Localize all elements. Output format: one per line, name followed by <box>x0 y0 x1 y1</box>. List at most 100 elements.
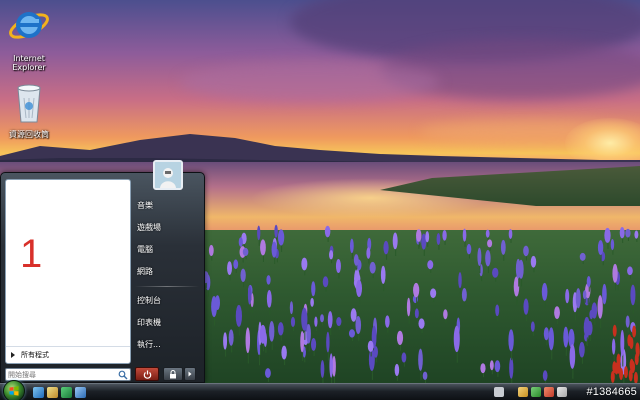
lupine-flower <box>289 301 294 315</box>
lupine-flower <box>548 327 554 351</box>
user-picture[interactable] <box>153 160 183 190</box>
menu-item-network[interactable]: 網路 <box>133 261 203 283</box>
lupine-flower <box>480 363 486 374</box>
lupine-flower <box>515 258 521 279</box>
lupine-flower <box>569 344 576 369</box>
internet-explorer-quicklaunch-icon[interactable] <box>75 387 86 398</box>
lupine-flower <box>368 348 375 371</box>
lupine-flower <box>541 282 548 301</box>
lupine-flower <box>260 239 266 256</box>
lupine-flower <box>462 228 467 242</box>
lupine-flower <box>620 329 625 357</box>
lupine-flower <box>336 317 342 327</box>
lupine-flower <box>356 279 363 297</box>
lupine-flower <box>530 321 535 332</box>
lupine-flower <box>508 329 514 352</box>
lupine-flower <box>422 371 428 380</box>
lupine-flower <box>326 331 330 353</box>
desktop-icon-internet-explorer[interactable]: Internet Explorer <box>0 2 58 72</box>
switch-windows-icon[interactable] <box>47 387 58 398</box>
lupine-flower <box>300 331 305 353</box>
lupine-flower <box>575 288 581 309</box>
start-button[interactable] <box>3 380 25 400</box>
search-icon[interactable] <box>118 370 128 380</box>
start-search-input[interactable] <box>8 369 116 380</box>
lupine-flower <box>579 252 586 261</box>
lupine-flower <box>430 288 437 299</box>
desktop-icon-recycle-bin[interactable]: 資源回收筒 <box>0 80 58 139</box>
lupine-flower <box>485 249 491 267</box>
lupine-flower <box>350 308 357 322</box>
network-tray-icon[interactable] <box>494 387 504 397</box>
lupine-flower <box>427 260 434 270</box>
lupine-flower <box>509 357 514 379</box>
power-button[interactable] <box>135 367 159 381</box>
lupine-flower <box>625 315 630 328</box>
lupine-flower <box>257 225 261 241</box>
red-flower <box>634 353 639 366</box>
red-flower <box>631 360 636 373</box>
lock-icon <box>170 369 176 378</box>
lupine-flower <box>245 327 251 354</box>
lupine-flower <box>290 316 296 327</box>
security-tray-icon[interactable] <box>531 387 541 397</box>
lupine-flower <box>495 304 500 317</box>
pinned-programs-pane: 1 所有程式 <box>5 179 131 364</box>
lupine-flower <box>266 275 271 285</box>
lupine-flower <box>314 316 318 327</box>
lupine-flower <box>436 233 441 246</box>
lupine-flower <box>485 229 490 238</box>
lupine-flower <box>335 259 341 273</box>
lupine-flower <box>385 315 390 328</box>
lupine-flower <box>392 232 398 250</box>
update-tray-icon[interactable] <box>544 387 554 397</box>
lupine-flower <box>543 327 549 341</box>
lupine-flower <box>266 289 272 308</box>
red-flower <box>633 371 638 383</box>
lupine-flower <box>235 304 243 327</box>
lupine-flower <box>324 225 331 238</box>
watermark-text: #1384665 <box>586 386 637 398</box>
lupine-flower <box>238 237 243 247</box>
lupine-flower <box>554 306 560 319</box>
lupine-flower <box>301 257 308 271</box>
lupine-flower <box>583 316 590 338</box>
lupine-flower <box>367 340 374 352</box>
lupine-flower <box>597 295 603 319</box>
chevron-right-icon <box>11 352 15 358</box>
lupine-flower <box>306 324 311 344</box>
menu-item-computer[interactable]: 電腦 <box>133 239 203 261</box>
lupine-flower <box>366 247 371 259</box>
volume-tray-icon[interactable] <box>557 387 567 397</box>
lupine-flower <box>611 338 616 355</box>
menu-item-games[interactable]: 遊戲場 <box>133 217 203 239</box>
lupine-flower <box>418 318 425 329</box>
lupine-flower <box>271 241 277 258</box>
menu-item-music[interactable]: 音樂 <box>133 195 203 217</box>
red-flower <box>629 337 634 350</box>
lupine-flower <box>494 360 501 373</box>
menu-item-run[interactable]: 執行... <box>133 334 203 356</box>
shutdown-options-button[interactable] <box>184 367 196 381</box>
lupine-flower <box>453 325 460 353</box>
folder-tray-icon[interactable] <box>518 387 528 397</box>
menu-separator <box>135 286 199 287</box>
lupine-flower <box>443 309 448 320</box>
media-player-icon[interactable] <box>61 387 72 398</box>
power-controls <box>135 367 196 381</box>
menu-item-printers[interactable]: 印表機 <box>133 312 203 334</box>
lupine-flower <box>310 297 314 307</box>
lupine-flower <box>247 285 252 305</box>
lupine-flower <box>416 229 422 242</box>
lupine-flower <box>579 341 585 358</box>
lupine-flower <box>610 238 615 251</box>
all-programs-button[interactable]: 所有程式 <box>6 346 130 363</box>
start-search-box[interactable] <box>5 368 131 381</box>
lupine-flower <box>586 275 591 288</box>
lock-button[interactable] <box>163 367 183 381</box>
red-flower <box>632 325 637 338</box>
show-desktop-icon[interactable] <box>33 387 44 398</box>
menu-item-control-panel[interactable]: 控制台 <box>133 290 203 312</box>
lupine-flower <box>425 231 430 243</box>
all-programs-label: 所有程式 <box>21 351 49 359</box>
